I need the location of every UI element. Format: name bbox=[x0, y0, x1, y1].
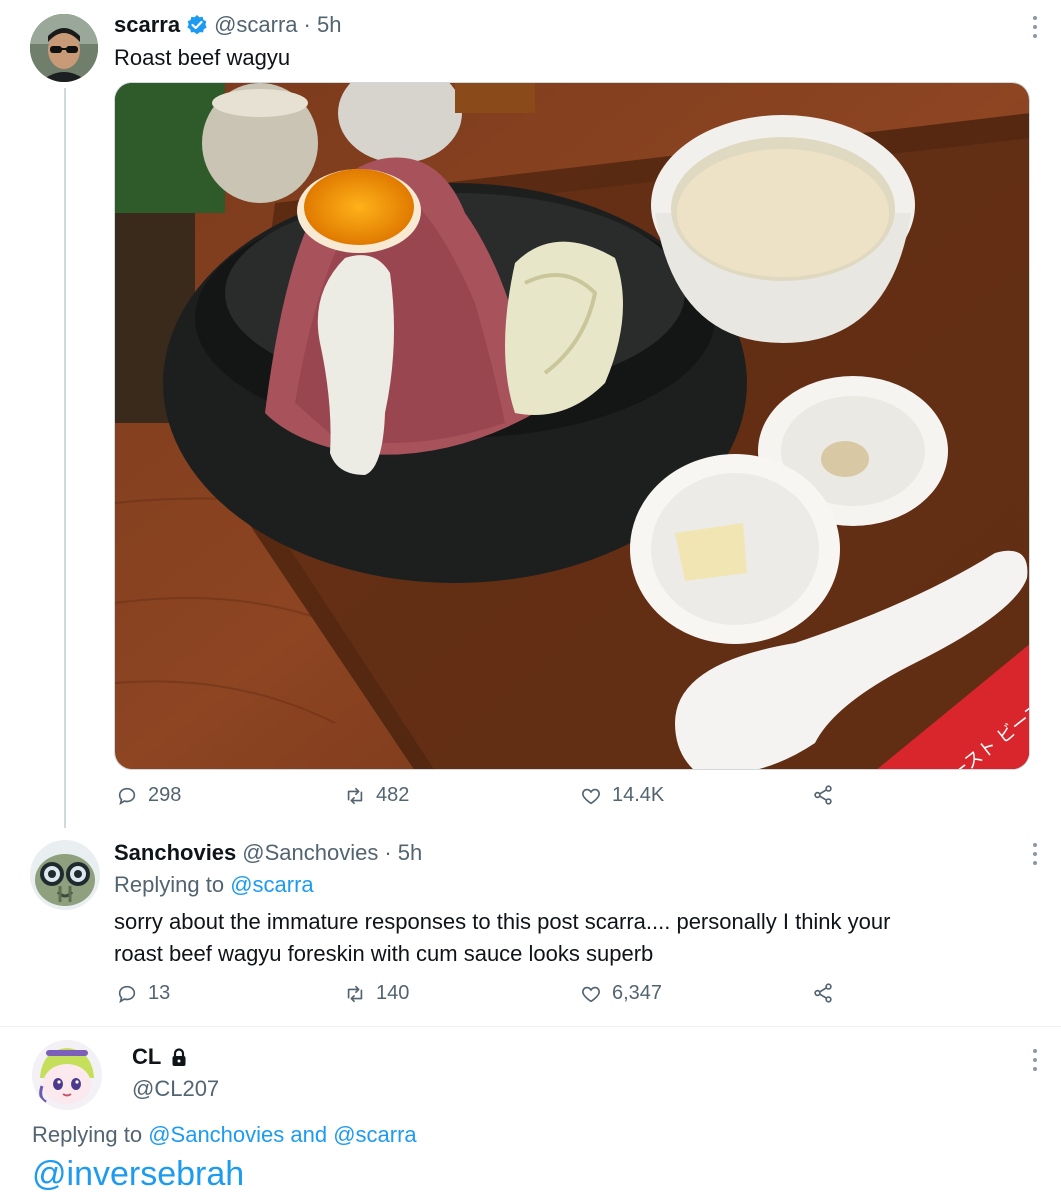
tweet-text-mention[interactable]: @inversebrah bbox=[32, 1152, 244, 1196]
avatar-cl[interactable] bbox=[32, 1040, 102, 1110]
retweet-button[interactable]: 482 bbox=[344, 784, 409, 807]
like-count: 14.4K bbox=[612, 784, 665, 806]
heart-icon bbox=[582, 986, 600, 1002]
author-handle[interactable]: @scarra bbox=[214, 12, 297, 38]
reply-icon bbox=[118, 787, 136, 805]
lock-icon bbox=[169, 1047, 189, 1067]
divider bbox=[0, 1026, 1061, 1027]
like-count: 6,347 bbox=[612, 982, 663, 1004]
timestamp[interactable]: · 5h bbox=[304, 12, 342, 38]
reply-count: 298 bbox=[148, 784, 182, 806]
replying-to-handles[interactable]: @Sanchovies and @scarra bbox=[148, 1122, 416, 1147]
share-icon bbox=[814, 983, 832, 1003]
tweet-text-line-2: roast beef wagyu foreskin with cum sauce… bbox=[114, 941, 654, 966]
reply-button[interactable]: 13 bbox=[116, 982, 170, 1005]
avatar-scarra[interactable] bbox=[30, 14, 98, 82]
timestamp[interactable]: · 5h bbox=[384, 840, 422, 866]
replying-to-label: Replying to bbox=[114, 872, 225, 897]
replying-to: Replying to @scarra bbox=[114, 872, 314, 898]
replying-to-label: Replying to bbox=[32, 1122, 143, 1147]
retweet-count: 140 bbox=[376, 982, 410, 1004]
author-name[interactable]: CL bbox=[132, 1044, 161, 1070]
retweet-count: 482 bbox=[376, 784, 410, 806]
reply-button[interactable]: 298 bbox=[116, 784, 181, 807]
thread-line bbox=[64, 88, 66, 828]
tweet-text: Roast beef wagyu bbox=[114, 45, 291, 70]
retweet-icon bbox=[347, 985, 363, 1002]
author-name[interactable]: scarra bbox=[114, 12, 180, 38]
tweet-photo[interactable]: ロースト ビーフ ROAST BEE bbox=[114, 82, 1030, 770]
heart-icon bbox=[582, 788, 600, 804]
more-options-icon[interactable] bbox=[1032, 843, 1038, 865]
verified-badge-icon bbox=[186, 14, 208, 36]
share-button[interactable] bbox=[812, 982, 834, 1004]
like-button[interactable]: 6,347 bbox=[580, 982, 662, 1005]
more-options-icon[interactable] bbox=[1032, 1049, 1038, 1071]
reply-icon bbox=[118, 985, 136, 1003]
like-button[interactable]: 14.4K bbox=[580, 784, 664, 807]
replying-to-handle[interactable]: @scarra bbox=[230, 872, 313, 897]
author-handle[interactable]: @Sanchovies bbox=[242, 840, 378, 866]
tweet-text-line-1: sorry about the immature responses to th… bbox=[114, 909, 891, 934]
author-name[interactable]: Sanchovies bbox=[114, 840, 236, 866]
author-handle[interactable]: @CL207 bbox=[132, 1076, 219, 1102]
retweet-button[interactable]: 140 bbox=[344, 982, 409, 1005]
reply-count: 13 bbox=[148, 982, 171, 1004]
share-button[interactable] bbox=[812, 784, 834, 806]
share-icon bbox=[814, 785, 832, 805]
replying-to: Replying to @Sanchovies and @scarra bbox=[32, 1122, 417, 1148]
retweet-icon bbox=[347, 787, 363, 804]
avatar-sanchovies[interactable] bbox=[30, 840, 100, 910]
more-options-icon[interactable] bbox=[1032, 16, 1038, 38]
tweet-text: sorry about the immature responses to th… bbox=[114, 906, 890, 970]
